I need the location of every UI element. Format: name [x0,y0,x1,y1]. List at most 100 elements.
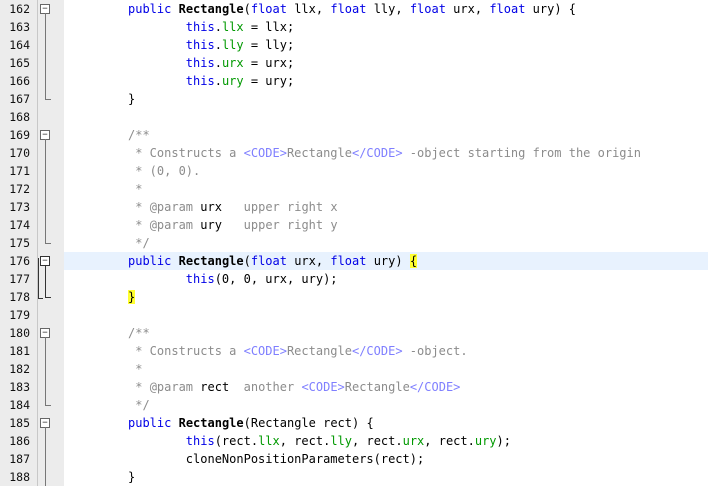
code-line-162[interactable]: 162 − public Rectangle(float llx, float … [0,0,708,18]
code-text: * [128,362,143,376]
line-number: 168 [0,108,38,126]
code-line-174[interactable]: 174 * @param ury upper right y [0,216,708,234]
line-number: 165 [0,54,38,72]
line-number: 162 [0,0,38,18]
code-text: * @param urx upper right x [128,200,338,214]
line-number: 163 [0,18,38,36]
line-number: 171 [0,162,38,180]
code-line-175[interactable]: 175 */ [0,234,708,252]
line-number: 172 [0,180,38,198]
code-text: this(rect.llx, rect.lly, rect.urx, rect.… [185,434,511,448]
fold-gutter [38,360,64,378]
fold-gutter [38,144,64,162]
code-line-183[interactable]: 183 * @param rect another <CODE>Rectangl… [0,378,708,396]
fold-gutter [38,36,64,54]
line-number: 177 [0,270,38,288]
line-number: 179 [0,306,38,324]
code-text: public Rectangle(Rectangle rect) { [128,416,374,430]
code-line-177[interactable]: 177 this(0, 0, urx, ury); [0,270,708,288]
code-line-164[interactable]: 164 this.lly = lly; [0,36,708,54]
code-line-182[interactable]: 182 * [0,360,708,378]
fold-gutter [38,18,64,36]
code-text: } [128,470,136,484]
line-number: 169 [0,126,38,144]
code-text: this.ury = ury; [185,74,295,88]
line-number: 170 [0,144,38,162]
code-text: */ [128,398,150,412]
code-line-179[interactable]: 179 [0,306,708,324]
fold-gutter [38,198,64,216]
code-line-167[interactable]: 167 } [0,90,708,108]
code-line-172[interactable]: 172 * [0,180,708,198]
fold-gutter [38,432,64,450]
code-line-186[interactable]: 186 this(rect.llx, rect.lly, rect.urx, r… [0,432,708,450]
code-line-180[interactable]: 180 − /** [0,324,708,342]
fold-gutter [38,108,64,126]
fold-gutter [38,162,64,180]
code-editor[interactable]: 162 − public Rectangle(float llx, float … [0,0,708,487]
line-number: 181 [0,342,38,360]
code-text: * (0, 0). [128,164,201,178]
code-line-168[interactable]: 168 [0,108,708,126]
fold-gutter [38,306,64,324]
code-line-181[interactable]: 181 * Constructs a <CODE>Rectangle</CODE… [0,342,708,360]
fold-gutter [38,396,64,414]
code-text: this.urx = urx; [185,56,295,70]
code-line-166[interactable]: 166 this.ury = ury; [0,72,708,90]
line-number: 183 [0,378,38,396]
fold-gutter [38,270,64,288]
code-text: /** [128,128,150,142]
line-number: 182 [0,360,38,378]
code-line-188[interactable]: 188 } [0,468,708,486]
fold-gutter [38,54,64,72]
line-number: 175 [0,234,38,252]
code-line-169[interactable]: 169 − /** [0,126,708,144]
code-line-176[interactable]: 176 − public Rectangle(float urx, float … [0,252,708,270]
fold-gutter [38,234,64,252]
line-number: 180 [0,324,38,342]
code-line-187[interactable]: 187 cloneNonPositionParameters(rect); [0,450,708,468]
code-text: public Rectangle(float urx, float ury) { [64,252,708,270]
code-text: this.lly = lly; [185,38,295,52]
line-number: 167 [0,90,38,108]
line-number: 164 [0,36,38,54]
line-number: 184 [0,396,38,414]
line-number: 166 [0,72,38,90]
fold-gutter: − [38,126,64,144]
code-text: * [128,182,143,196]
code-text: * Constructs a <CODE>Rectangle</CODE> -o… [128,146,641,160]
fold-gutter [38,450,64,468]
line-number: 185 [0,414,38,432]
code-line-184[interactable]: 184 */ [0,396,708,414]
code-line-185[interactable]: 185 − public Rectangle(Rectangle rect) { [0,414,708,432]
code-text: */ [128,236,150,250]
code-text: * Constructs a <CODE>Rectangle</CODE> -o… [128,344,468,358]
code-line-170[interactable]: 170 * Constructs a <CODE>Rectangle</CODE… [0,144,708,162]
fold-gutter [38,180,64,198]
fold-gutter [38,378,64,396]
code-text: cloneNonPositionParameters(rect); [185,452,425,466]
line-number: 176 [0,252,38,270]
code-text: this.llx = llx; [185,20,295,34]
line-number: 187 [0,450,38,468]
line-number: 173 [0,198,38,216]
fold-gutter: − [38,252,64,270]
fold-gutter [38,90,64,108]
code-line-173[interactable]: 173 * @param urx upper right x [0,198,708,216]
code-text: this(0, 0, urx, ury); [185,272,338,286]
code-text: /** [128,326,150,340]
fold-gutter: − [38,414,64,432]
fold-gutter [38,72,64,90]
code-line-163[interactable]: 163 this.llx = llx; [0,18,708,36]
line-number: 188 [0,468,38,486]
code-line-178[interactable]: 178 } [0,288,708,306]
code-line-171[interactable]: 171 * (0, 0). [0,162,708,180]
matching-brace: } [128,290,136,304]
matching-brace: { [409,254,418,268]
code-line-165[interactable]: 165 this.urx = urx; [0,54,708,72]
line-number: 178 [0,288,38,306]
fold-gutter [38,288,64,306]
code-text: public Rectangle(float llx, float lly, f… [128,2,577,16]
